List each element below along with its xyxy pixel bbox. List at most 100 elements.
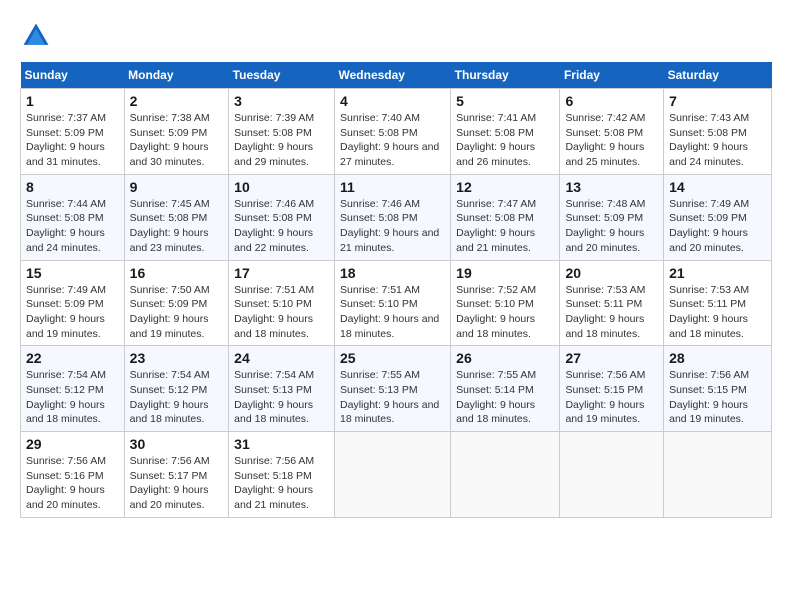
cell-info: Sunrise: 7:55 AMSunset: 5:14 PMDaylight:…: [456, 369, 536, 425]
cell-info: Sunrise: 7:37 AMSunset: 5:09 PMDaylight:…: [26, 112, 106, 168]
cell-info: Sunrise: 7:48 AMSunset: 5:09 PMDaylight:…: [565, 198, 645, 254]
cell-info: Sunrise: 7:46 AMSunset: 5:08 PMDaylight:…: [234, 198, 314, 254]
calendar-cell: 8Sunrise: 7:44 AMSunset: 5:08 PMDaylight…: [21, 174, 125, 260]
calendar-cell: 6Sunrise: 7:42 AMSunset: 5:08 PMDaylight…: [560, 89, 664, 175]
cell-info: Sunrise: 7:49 AMSunset: 5:09 PMDaylight:…: [26, 284, 106, 340]
cell-info: Sunrise: 7:51 AMSunset: 5:10 PMDaylight:…: [340, 284, 439, 340]
calendar-cell: 3 Sunrise: 7:39 AMSunset: 5:08 PMDaylight…: [229, 89, 335, 175]
calendar-cell: 30 Sunrise: 7:56 AMSunset: 5:17 PMDayligh…: [124, 432, 229, 518]
calendar-cell: 28 Sunrise: 7:56 AMSunset: 5:15 PMDayligh…: [664, 346, 772, 432]
cell-info: Sunrise: 7:54 AMSunset: 5:12 PMDaylight:…: [26, 369, 106, 425]
day-number: 28: [669, 350, 766, 366]
calendar-cell: 13 Sunrise: 7:48 AMSunset: 5:09 PMDayligh…: [560, 174, 664, 260]
day-number: 10: [234, 179, 329, 195]
day-number: 16: [130, 265, 224, 281]
day-header-wednesday: Wednesday: [335, 62, 451, 89]
calendar-cell: 16 Sunrise: 7:50 AMSunset: 5:09 PMDayligh…: [124, 260, 229, 346]
calendar-cell: 15 Sunrise: 7:49 AMSunset: 5:09 PMDayligh…: [21, 260, 125, 346]
calendar-cell: 22 Sunrise: 7:54 AMSunset: 5:12 PMDayligh…: [21, 346, 125, 432]
day-number: 8: [26, 179, 119, 195]
day-header-sunday: Sunday: [21, 62, 125, 89]
day-number: 5: [456, 93, 554, 109]
cell-info: Sunrise: 7:55 AMSunset: 5:13 PMDaylight:…: [340, 369, 439, 425]
calendar-cell: 1 Sunrise: 7:37 AMSunset: 5:09 PMDaylight…: [21, 89, 125, 175]
calendar-cell: 14 Sunrise: 7:49 AMSunset: 5:09 PMDayligh…: [664, 174, 772, 260]
cell-info: Sunrise: 7:47 AMSunset: 5:08 PMDaylight:…: [456, 198, 536, 254]
cell-info: Sunrise: 7:49 AMSunset: 5:09 PMDaylight:…: [669, 198, 749, 254]
calendar-cell: 29 Sunrise: 7:56 AMSunset: 5:16 PMDayligh…: [21, 432, 125, 518]
page-header: [20, 20, 772, 52]
cell-info: Sunrise: 7:51 AMSunset: 5:10 PMDaylight:…: [234, 284, 314, 340]
calendar-cell: 4 Sunrise: 7:40 AMSunset: 5:08 PMDaylight…: [335, 89, 451, 175]
cell-info: Sunrise: 7:40 AMSunset: 5:08 PMDaylight:…: [340, 112, 439, 168]
cell-info: Sunrise: 7:41 AMSunset: 5:08 PMDaylight:…: [456, 112, 536, 168]
calendar-cell: 9 Sunrise: 7:45 AMSunset: 5:08 PMDaylight…: [124, 174, 229, 260]
week-row-4: 22 Sunrise: 7:54 AMSunset: 5:12 PMDayligh…: [21, 346, 772, 432]
calendar-cell: 18 Sunrise: 7:51 AMSunset: 5:10 PMDayligh…: [335, 260, 451, 346]
calendar-cell: 21 Sunrise: 7:53 AMSunset: 5:11 PMDayligh…: [664, 260, 772, 346]
week-row-1: 1 Sunrise: 7:37 AMSunset: 5:09 PMDaylight…: [21, 89, 772, 175]
day-number: 18: [340, 265, 445, 281]
day-header-friday: Friday: [560, 62, 664, 89]
week-row-5: 29 Sunrise: 7:56 AMSunset: 5:16 PMDayligh…: [21, 432, 772, 518]
day-number: 9: [130, 179, 224, 195]
calendar-cell: 25 Sunrise: 7:55 AMSunset: 5:13 PMDayligh…: [335, 346, 451, 432]
cell-info: Sunrise: 7:53 AMSunset: 5:11 PMDaylight:…: [565, 284, 645, 340]
day-number: 27: [565, 350, 658, 366]
cell-info: Sunrise: 7:56 AMSunset: 5:15 PMDaylight:…: [669, 369, 749, 425]
day-number: 15: [26, 265, 119, 281]
header-row: SundayMondayTuesdayWednesdayThursdayFrid…: [21, 62, 772, 89]
cell-info: Sunrise: 7:43 AMSunset: 5:08 PMDaylight:…: [669, 112, 749, 168]
cell-info: Sunrise: 7:38 AMSunset: 5:09 PMDaylight:…: [130, 112, 210, 168]
day-number: 19: [456, 265, 554, 281]
calendar-cell: 27 Sunrise: 7:56 AMSunset: 5:15 PMDayligh…: [560, 346, 664, 432]
day-number: 1: [26, 93, 119, 109]
day-header-thursday: Thursday: [451, 62, 560, 89]
day-number: 11: [340, 179, 445, 195]
day-number: 29: [26, 436, 119, 452]
day-number: 4: [340, 93, 445, 109]
cell-info: Sunrise: 7:39 AMSunset: 5:08 PMDaylight:…: [234, 112, 314, 168]
calendar-cell: 19Sunrise: 7:52 AMSunset: 5:10 PMDayligh…: [451, 260, 560, 346]
day-number: 12: [456, 179, 554, 195]
calendar-cell: 12 Sunrise: 7:47 AMSunset: 5:08 PMDayligh…: [451, 174, 560, 260]
cell-info: Sunrise: 7:46 AMSunset: 5:08 PMDaylight:…: [340, 198, 439, 254]
day-number: 31: [234, 436, 329, 452]
calendar-cell: 7Sunrise: 7:43 AMSunset: 5:08 PMDaylight…: [664, 89, 772, 175]
day-number: 26: [456, 350, 554, 366]
calendar-cell: 20 Sunrise: 7:53 AMSunset: 5:11 PMDayligh…: [560, 260, 664, 346]
calendar-cell: [560, 432, 664, 518]
calendar-cell: 23Sunrise: 7:54 AMSunset: 5:12 PMDayligh…: [124, 346, 229, 432]
cell-info: Sunrise: 7:53 AMSunset: 5:11 PMDaylight:…: [669, 284, 749, 340]
cell-info: Sunrise: 7:56 AMSunset: 5:15 PMDaylight:…: [565, 369, 645, 425]
day-number: 24: [234, 350, 329, 366]
week-row-2: 8Sunrise: 7:44 AMSunset: 5:08 PMDaylight…: [21, 174, 772, 260]
cell-info: Sunrise: 7:54 AMSunset: 5:13 PMDaylight:…: [234, 369, 314, 425]
cell-info: Sunrise: 7:45 AMSunset: 5:08 PMDaylight:…: [130, 198, 210, 254]
day-header-tuesday: Tuesday: [229, 62, 335, 89]
logo: [20, 20, 56, 52]
calendar-cell: 24 Sunrise: 7:54 AMSunset: 5:13 PMDayligh…: [229, 346, 335, 432]
day-number: 17: [234, 265, 329, 281]
day-number: 30: [130, 436, 224, 452]
calendar-cell: [451, 432, 560, 518]
day-number: 3: [234, 93, 329, 109]
calendar-cell: [335, 432, 451, 518]
calendar-cell: [664, 432, 772, 518]
calendar-cell: 5 Sunrise: 7:41 AMSunset: 5:08 PMDaylight…: [451, 89, 560, 175]
cell-info: Sunrise: 7:56 AMSunset: 5:16 PMDaylight:…: [26, 455, 106, 511]
cell-info: Sunrise: 7:50 AMSunset: 5:09 PMDaylight:…: [130, 284, 210, 340]
calendar-cell: 2 Sunrise: 7:38 AMSunset: 5:09 PMDaylight…: [124, 89, 229, 175]
day-number: 2: [130, 93, 224, 109]
day-number: 25: [340, 350, 445, 366]
day-number: 6: [565, 93, 658, 109]
cell-info: Sunrise: 7:56 AMSunset: 5:17 PMDaylight:…: [130, 455, 210, 511]
calendar-cell: 11 Sunrise: 7:46 AMSunset: 5:08 PMDayligh…: [335, 174, 451, 260]
day-number: 22: [26, 350, 119, 366]
day-number: 14: [669, 179, 766, 195]
day-number: 21: [669, 265, 766, 281]
week-row-3: 15 Sunrise: 7:49 AMSunset: 5:09 PMDayligh…: [21, 260, 772, 346]
day-number: 20: [565, 265, 658, 281]
calendar-cell: 26 Sunrise: 7:55 AMSunset: 5:14 PMDayligh…: [451, 346, 560, 432]
day-number: 13: [565, 179, 658, 195]
